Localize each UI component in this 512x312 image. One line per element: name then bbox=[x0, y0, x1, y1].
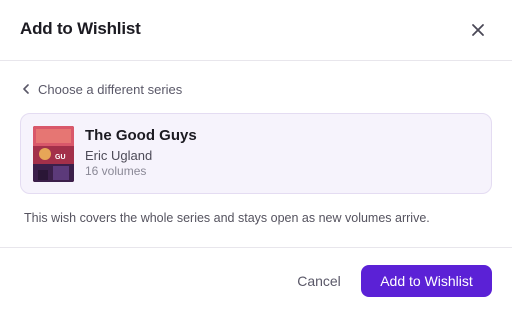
add-to-wishlist-dialog: Add to Wishlist Choose a different serie… bbox=[0, 0, 512, 312]
chevron-left-icon bbox=[23, 84, 29, 94]
dialog-title: Add to Wishlist bbox=[20, 19, 141, 38]
series-title: The Good Guys bbox=[85, 127, 197, 144]
dialog-header: Add to Wishlist bbox=[0, 0, 512, 61]
cover-text: GU bbox=[55, 154, 66, 161]
series-volume-count: 16 volumes bbox=[85, 164, 147, 178]
series-cover-image: GU bbox=[33, 126, 74, 182]
selected-series-card[interactable]: GU The Good Guys Eric Ugland 16 volumes bbox=[20, 113, 492, 194]
series-author: Eric Ugland bbox=[85, 148, 153, 163]
back-link-label: Choose a different series bbox=[38, 81, 183, 97]
cancel-button[interactable]: Cancel bbox=[286, 265, 352, 297]
close-icon bbox=[472, 24, 484, 36]
wish-scope-note: This wish covers the whole series and st… bbox=[24, 211, 430, 225]
close-button[interactable] bbox=[466, 18, 490, 42]
choose-different-series-link[interactable]: Choose a different series bbox=[22, 80, 182, 98]
add-to-wishlist-button[interactable]: Add to Wishlist bbox=[361, 265, 492, 297]
dialog-footer: Cancel Add to Wishlist bbox=[0, 247, 512, 312]
